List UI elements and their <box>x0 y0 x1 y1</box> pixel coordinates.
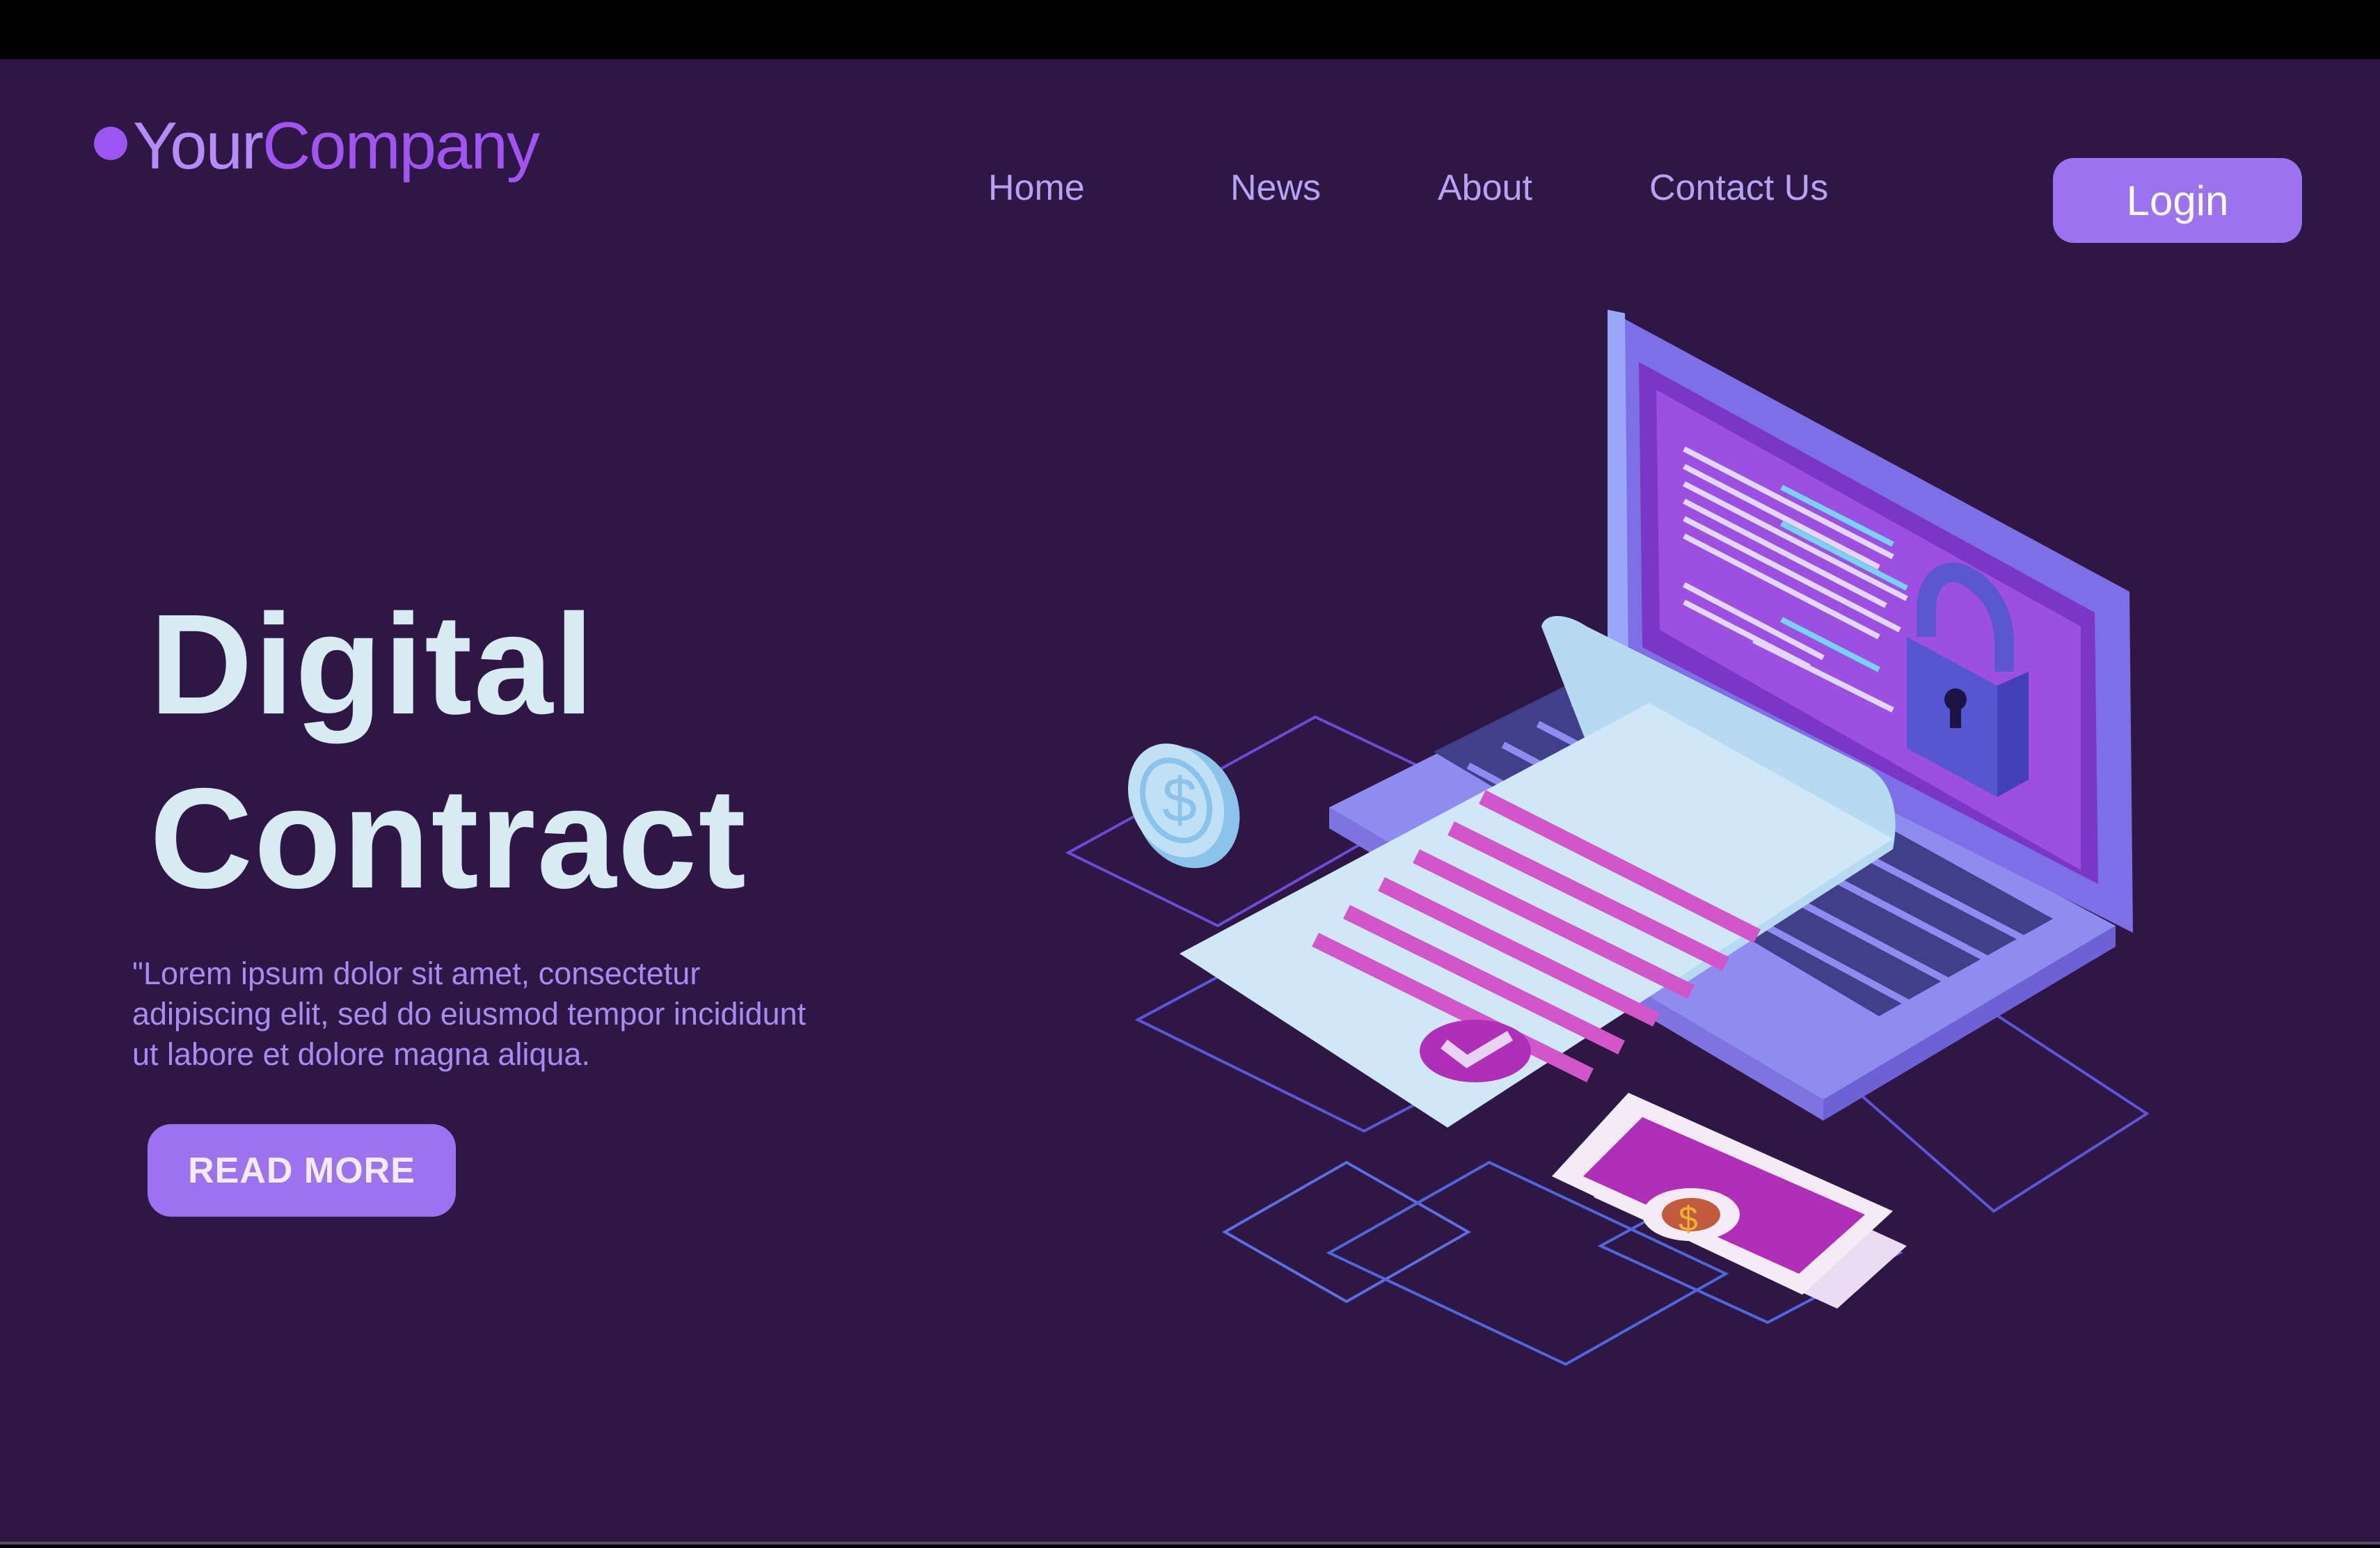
checkmark-seal-icon <box>1420 1020 1531 1082</box>
svg-text:$: $ <box>1679 1199 1698 1238</box>
svg-text:$: $ <box>1162 766 1197 835</box>
hero-illustration: $ $ <box>1065 310 2150 1366</box>
banknote-icon: $ <box>1552 1093 1907 1309</box>
dollar-coin-icon: $ <box>1128 743 1240 869</box>
